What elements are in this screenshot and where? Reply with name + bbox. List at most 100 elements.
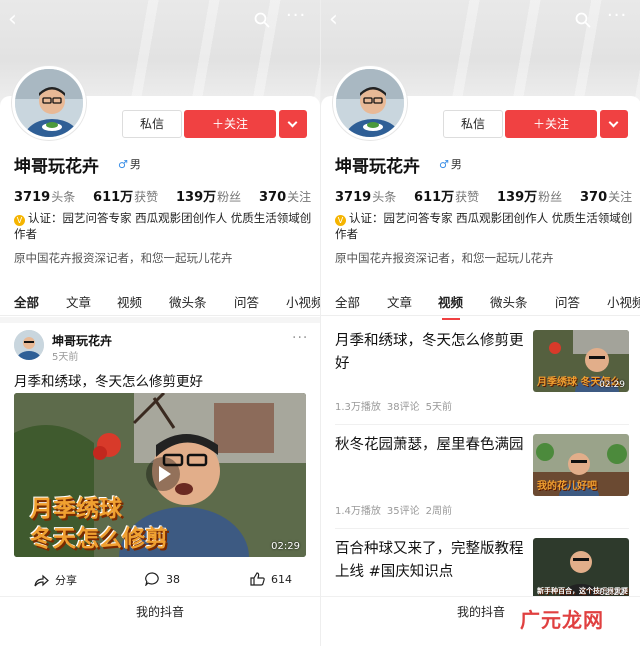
content-tabs: 全部 文章 视频 微头条 问答 小视频 xyxy=(321,286,640,320)
like-button[interactable]: 614 xyxy=(250,572,292,586)
verified-icon: V xyxy=(335,215,346,226)
message-button[interactable]: 私信 xyxy=(443,110,503,138)
video-title[interactable]: 秋冬花园萧瑟，屋里春色满园 xyxy=(335,434,525,457)
video-duration: 02:29 xyxy=(271,541,300,552)
video-title[interactable]: 月季和绣球，冬天怎么修剪更好 xyxy=(335,330,525,376)
stat-likes-label: 获赞 xyxy=(455,190,480,204)
chevron-down-icon xyxy=(608,117,619,128)
tab-short-videos[interactable]: 小视频 xyxy=(286,292,320,311)
video-duration: 02:29 xyxy=(599,380,625,390)
post-text[interactable]: 月季和绣球，冬天怎么修剪更好 xyxy=(14,370,203,390)
thumbs-up-icon xyxy=(250,572,265,586)
tab-articles[interactable]: 文章 xyxy=(66,292,91,311)
comment-icon xyxy=(145,572,159,586)
post-author-avatar[interactable] xyxy=(14,330,44,360)
stat-following-label[interactable]: 关注 xyxy=(287,190,311,204)
profile-panel-all: ‹ ··· 私信 ＋关注 坤哥玩花卉 ♂ 男 3719头条 611万获赞 139万… xyxy=(0,0,320,646)
recommend-dropdown-button[interactable] xyxy=(279,110,307,138)
post-author-name[interactable]: 坤哥玩花卉 xyxy=(52,332,112,349)
male-icon: ♂ xyxy=(439,158,449,171)
tab-short-videos[interactable]: 小视频 xyxy=(607,292,640,311)
stat-fans-label[interactable]: 粉丝 xyxy=(538,190,562,204)
verification-info: V 认证：园艺问答专家 西瓜观影团创作人 优质生活领域创作者 xyxy=(14,211,312,241)
video-meta: 1.4万播放 35评论 2周前 xyxy=(335,506,453,517)
bottom-bar-label[interactable]: 我的抖音 xyxy=(0,603,320,620)
share-button[interactable]: 分享 xyxy=(34,572,77,588)
stat-fans-count[interactable]: 139万 xyxy=(497,190,537,205)
gender-badge: ♂ 男 xyxy=(439,158,462,171)
watermark: 广元龙网 xyxy=(520,608,604,632)
profile-name: 坤哥玩花卉 xyxy=(14,157,99,177)
follow-button[interactable]: ＋关注 xyxy=(505,110,597,138)
stat-posts-count[interactable]: 3719 xyxy=(335,190,371,205)
verification-info: V 认证：园艺问答专家 西瓜观影团创作人 优质生活领域创作者 xyxy=(335,211,633,241)
tab-videos[interactable]: 视频 xyxy=(438,292,463,320)
post-video[interactable]: 月季绣球 冬天怎么修剪 02:29 xyxy=(14,393,306,557)
post-time: 5天前 xyxy=(52,352,79,363)
stat-posts-label[interactable]: 头条 xyxy=(372,190,396,204)
more-icon[interactable]: ··· xyxy=(607,7,631,26)
tab-micro-posts[interactable]: 微头条 xyxy=(169,292,207,311)
profile-stats: 3719头条 611万获赞 139万粉丝 370关注 xyxy=(14,186,320,205)
recommend-dropdown-button[interactable] xyxy=(600,110,628,138)
stat-likes-count: 611万 xyxy=(93,190,134,205)
share-icon xyxy=(34,574,49,586)
stat-likes-label: 获赞 xyxy=(134,190,159,204)
profile-bio: 原中国花卉报资深记者，和您一起玩儿花卉 xyxy=(335,251,554,265)
stat-fans-count[interactable]: 139万 xyxy=(176,190,216,205)
video-meta: 1.3万播放 38评论 5天前 xyxy=(335,402,453,413)
tab-videos[interactable]: 视频 xyxy=(117,292,142,311)
male-icon: ♂ xyxy=(118,158,128,171)
profile-name: 坤哥玩花卉 xyxy=(335,157,420,177)
search-icon[interactable] xyxy=(254,12,270,28)
verified-icon: V xyxy=(14,215,25,226)
section-divider xyxy=(0,317,320,323)
video-list-item[interactable]: 月季和绣球，冬天怎么修剪更好 1.3万播放 38评论 5天前 月季绣球 冬天怎么 0… xyxy=(321,330,640,430)
tab-micro-posts[interactable]: 微头条 xyxy=(490,292,528,311)
stat-following-label[interactable]: 关注 xyxy=(608,190,632,204)
tab-all[interactable]: 全部 xyxy=(14,292,39,320)
post-more-icon[interactable]: ··· xyxy=(292,330,308,346)
like-count: 614 xyxy=(271,572,292,586)
avatar[interactable] xyxy=(333,66,407,140)
stat-posts-label[interactable]: 头条 xyxy=(51,190,75,204)
video-thumbnail[interactable]: 新手种百合，这个技巧很重要 02:22 xyxy=(533,538,629,600)
video-title[interactable]: 百合种球又来了，完整版教程上线 #国庆知识点 xyxy=(335,538,525,584)
message-button[interactable]: 私信 xyxy=(122,110,182,138)
comment-button[interactable]: 38 xyxy=(145,572,180,586)
stat-fans-label[interactable]: 粉丝 xyxy=(217,190,241,204)
back-icon[interactable]: ‹ xyxy=(8,6,28,34)
tab-all[interactable]: 全部 xyxy=(335,292,360,311)
stat-posts-count[interactable]: 3719 xyxy=(14,190,50,205)
avatar[interactable] xyxy=(12,66,86,140)
video-caption-line2: 冬天怎么修剪 xyxy=(30,526,168,552)
tab-qa[interactable]: 问答 xyxy=(555,292,580,311)
chevron-down-icon xyxy=(287,117,298,128)
share-label: 分享 xyxy=(55,574,77,587)
profile-bio: 原中国花卉报资深记者，和您一起玩儿花卉 xyxy=(14,251,233,265)
gender-badge: ♂ 男 xyxy=(118,158,141,171)
profile-panel-videos: ‹ ··· 私信 ＋关注 坤哥玩花卉 ♂ 男 3719头条 611万获赞 139万… xyxy=(320,0,640,646)
search-icon[interactable] xyxy=(575,12,591,28)
comment-count: 38 xyxy=(166,572,180,586)
list-divider xyxy=(335,528,629,529)
follow-button[interactable]: ＋关注 xyxy=(184,110,276,138)
more-icon[interactable]: ··· xyxy=(286,7,310,26)
video-thumbnail[interactable]: 月季绣球 冬天怎么 02:29 xyxy=(533,330,629,392)
stat-likes-count: 611万 xyxy=(414,190,455,205)
video-thumbnail[interactable]: 我的花儿好吧 xyxy=(533,434,629,496)
thumbnail-caption: 我的花儿好吧 xyxy=(537,481,597,492)
stat-following-count[interactable]: 370 xyxy=(580,190,607,205)
video-list-item[interactable]: 秋冬花园萧瑟，屋里春色满园 1.4万播放 35评论 2周前 我的花儿好吧 xyxy=(321,434,640,534)
play-icon[interactable] xyxy=(146,457,180,491)
content-tabs: 全部 文章 视频 微头条 问答 小视频 xyxy=(0,286,320,320)
tab-qa[interactable]: 问答 xyxy=(234,292,259,311)
bottom-bar[interactable]: 我的抖音 xyxy=(0,596,320,646)
tab-articles[interactable]: 文章 xyxy=(387,292,412,311)
list-divider xyxy=(335,424,629,425)
video-caption-line1: 月季绣球 xyxy=(30,496,122,522)
profile-stats: 3719头条 611万获赞 139万粉丝 370关注 xyxy=(335,186,640,205)
back-icon[interactable]: ‹ xyxy=(329,6,349,34)
post-actions: 分享 38 614 xyxy=(0,570,320,590)
stat-following-count[interactable]: 370 xyxy=(259,190,286,205)
